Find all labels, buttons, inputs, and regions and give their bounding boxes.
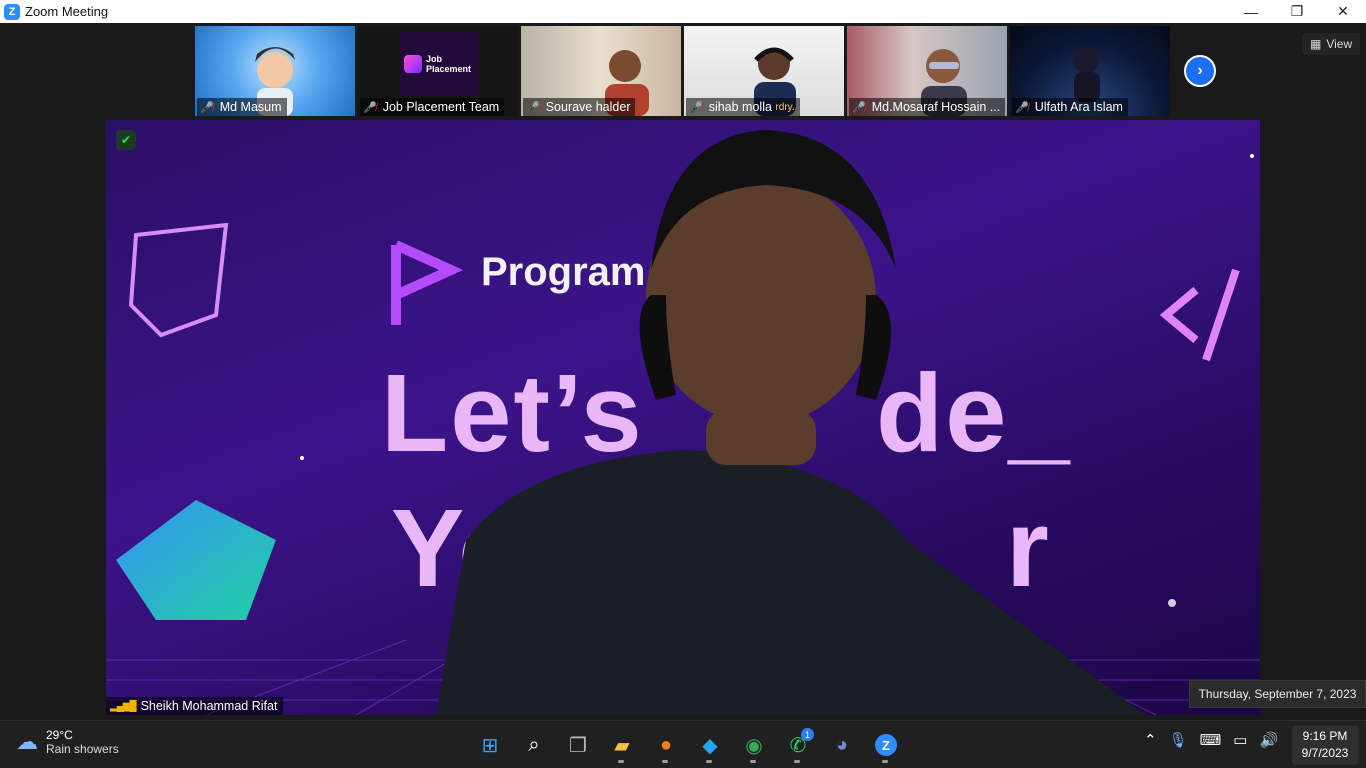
meeting-area: 🎤̸ Md Masum Job Placement 🎤̸ Job Placement…: [0, 23, 1366, 720]
participant-tile[interactable]: 🎤̸ Md Masum: [195, 26, 355, 116]
zoom-icon: Z: [875, 734, 897, 756]
maximize-button[interactable]: ❐: [1274, 0, 1320, 23]
next-page-button[interactable]: ›: [1184, 55, 1216, 87]
vscode-button[interactable]: ◆: [690, 727, 730, 763]
discord-icon: ◕: [835, 733, 849, 756]
weather-condition: Rain showers: [46, 742, 119, 756]
task-view-icon: ❐: [569, 734, 587, 757]
participant-name: Sourave halder: [545, 100, 631, 114]
weather-widget[interactable]: ☁ 29°C Rain showers: [16, 728, 119, 756]
system-tray: ⌃ 🎙 ⌨ ▭ 🔊: [1144, 731, 1278, 749]
firefox-icon: ●: [659, 733, 673, 756]
participant-nameplate: 🎤̸ Sourave halder: [523, 98, 636, 116]
keyboard-icon[interactable]: ⌨: [1200, 731, 1222, 749]
discord-button[interactable]: ◕: [822, 727, 862, 763]
close-button[interactable]: ✕: [1320, 0, 1366, 23]
speaker-silhouette: [436, 130, 1146, 715]
folder-icon: ▰: [614, 734, 630, 757]
participant-tile[interactable]: 🎤̸ Ulfath Ara Islam: [1010, 26, 1170, 116]
chrome-icon: ◉: [745, 734, 763, 757]
overlay-text: rdry.: [775, 101, 795, 113]
logo-text: Job Placement: [426, 54, 472, 74]
job-placement-logo: Job Placement: [400, 32, 478, 96]
participant-strip: 🎤̸ Md Masum Job Placement 🎤̸ Job Placement…: [195, 26, 1170, 116]
mic-muted-icon: 🎤̸: [1015, 101, 1029, 114]
zoom-logo-icon: Z: [4, 3, 20, 20]
mic-muted-icon: 🎤̸: [526, 101, 540, 114]
participant-tile[interactable]: 🎤̸ Md.Mosaraf Hossain ...: [847, 26, 1007, 116]
active-speaker-nameplate: ▂▄▆█ Sheikh Mohammad Rifat: [106, 697, 284, 715]
firefox-button[interactable]: ●: [646, 727, 686, 763]
participant-name: Job Placement Team: [382, 100, 500, 114]
participant-nameplate: 🎤̸ Ulfath Ara Islam: [1012, 98, 1128, 116]
clock-date: 9/7/2023: [1301, 746, 1349, 760]
rain-cloud-icon: ☁: [16, 729, 38, 754]
mic-muted-icon: 🎤̸: [852, 101, 866, 114]
weather-temp: 29°C: [46, 728, 73, 742]
window-title: Zoom Meeting: [25, 4, 109, 19]
taskbar-apps: ⊞ ⌕ ❐ ▰ ● ◆ ◉ ✆ 1 ◕ Z: [470, 727, 906, 763]
task-view-button[interactable]: ❐: [558, 727, 598, 763]
mic-muted-icon: 🎤̸: [689, 101, 703, 114]
mic-muted-icon: 🎤̸: [363, 101, 377, 114]
participant-tile[interactable]: 🎤̸ Sourave halder: [521, 26, 681, 116]
network-icon[interactable]: ▭: [1233, 731, 1247, 749]
participant-nameplate: 🎤̸ sihab molla rdry.: [686, 98, 800, 116]
search-button[interactable]: ⌕: [514, 727, 554, 763]
windows-logo-icon: ⊞: [481, 734, 499, 757]
participant-tile[interactable]: 🎤̸ sihab molla rdry.: [684, 26, 844, 116]
window-controls: — ❐ ✕: [1228, 0, 1366, 23]
file-explorer-button[interactable]: ▰: [602, 727, 642, 763]
notification-badge: 1: [801, 728, 814, 741]
title-bar: Z Zoom Meeting — ❐ ✕: [0, 0, 1366, 23]
chrome-button[interactable]: ◉: [734, 727, 774, 763]
participant-name: sihab molla: [708, 100, 772, 114]
vscode-icon: ◆: [702, 734, 718, 757]
clock-time: 9:16 PM: [1302, 729, 1348, 743]
volume-icon[interactable]: 🔊: [1259, 731, 1278, 749]
view-button[interactable]: ▦ View: [1302, 33, 1361, 55]
whatsapp-button[interactable]: ✆ 1: [778, 727, 818, 763]
participant-tile[interactable]: Job Placement 🎤̸ Job Placement Team: [358, 26, 518, 116]
participant-name: Md.Mosaraf Hossain ...: [871, 100, 1001, 114]
clock[interactable]: 9:16 PM 9/7/2023: [1292, 725, 1358, 765]
job-placement-icon: [404, 55, 422, 73]
participant-name: Md Masum: [219, 100, 282, 114]
view-label: View: [1326, 37, 1353, 51]
participant-name: Ulfath Ara Islam: [1034, 100, 1123, 114]
active-speaker-video: ✔ Program Let’s de_ Yo r ▂▄▆█ Sheikh Moh…: [106, 120, 1260, 715]
grid-view-icon: ▦: [1310, 37, 1322, 51]
mic-muted-icon: 🎤̸: [200, 101, 214, 114]
active-speaker-name: Sheikh Mohammad Rifat: [140, 699, 278, 713]
zoom-taskbar-button[interactable]: Z: [866, 727, 906, 763]
minimize-button[interactable]: —: [1228, 0, 1274, 23]
microphone-icon[interactable]: 🎙: [1169, 731, 1188, 749]
search-icon: ⌕: [528, 733, 540, 756]
windows-start-button[interactable]: ⊞: [470, 727, 510, 763]
participant-nameplate: 🎤̸ Md Masum: [197, 98, 287, 116]
participant-nameplate: 🎤̸ Job Placement Team: [360, 98, 505, 116]
participant-nameplate: 🎤̸ Md.Mosaraf Hossain ...: [849, 98, 1005, 116]
chevron-up-icon[interactable]: ⌃: [1144, 731, 1157, 749]
taskbar: ☁ 29°C Rain showers ⊞ ⌕ ❐ ▰ ● ◆ ◉ ✆ 1 ◕ Z…: [0, 720, 1366, 768]
chevron-right-icon: ›: [1197, 62, 1203, 79]
signal-strength-icon: ▂▄▆█: [110, 700, 137, 712]
date-tooltip: Thursday, September 7, 2023: [1189, 680, 1366, 708]
